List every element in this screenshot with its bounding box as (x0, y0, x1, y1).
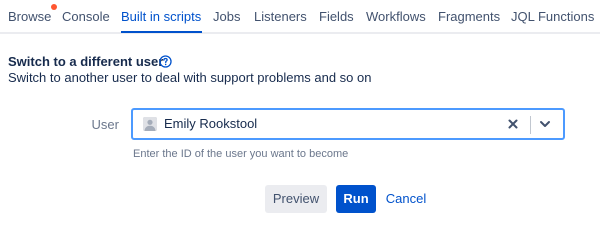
user-select[interactable]: Emily Rookstool (131, 108, 565, 140)
active-tab-indicator (121, 31, 202, 33)
tab-workflows[interactable]: Workflows (366, 9, 426, 24)
avatar-placeholder-icon (143, 117, 157, 131)
script-runner-page: Browse Console Built in scripts Jobs Lis… (0, 0, 600, 250)
tab-built-in-scripts[interactable]: Built in scripts (121, 9, 201, 24)
preview-button[interactable]: Preview (265, 185, 327, 213)
tab-console[interactable]: Console (62, 9, 110, 24)
tab-bar: Browse Console Built in scripts Jobs Lis… (0, 0, 600, 34)
form-title: Switch to a different user (8, 54, 164, 69)
tab-listeners[interactable]: Listeners (254, 9, 307, 24)
close-icon[interactable] (507, 118, 519, 130)
tab-jql-functions[interactable]: JQL Functions (511, 9, 594, 24)
select-divider (530, 116, 531, 134)
form-description: Switch to another user to deal with supp… (8, 70, 372, 85)
cancel-button[interactable]: Cancel (382, 185, 430, 213)
notification-dot (51, 4, 57, 10)
tab-browse[interactable]: Browse (8, 9, 51, 24)
user-field-label: User (91, 117, 119, 132)
tab-fields[interactable]: Fields (319, 9, 354, 24)
run-button[interactable]: Run (336, 185, 376, 213)
selected-user-value: Emily Rookstool (164, 116, 258, 131)
help-icon[interactable] (159, 55, 172, 68)
user-field-helper: Enter the ID of the user you want to bec… (133, 148, 349, 160)
tab-fragments[interactable]: Fragments (438, 9, 500, 24)
tab-jobs[interactable]: Jobs (213, 9, 240, 24)
chevron-down-icon[interactable] (539, 119, 551, 129)
